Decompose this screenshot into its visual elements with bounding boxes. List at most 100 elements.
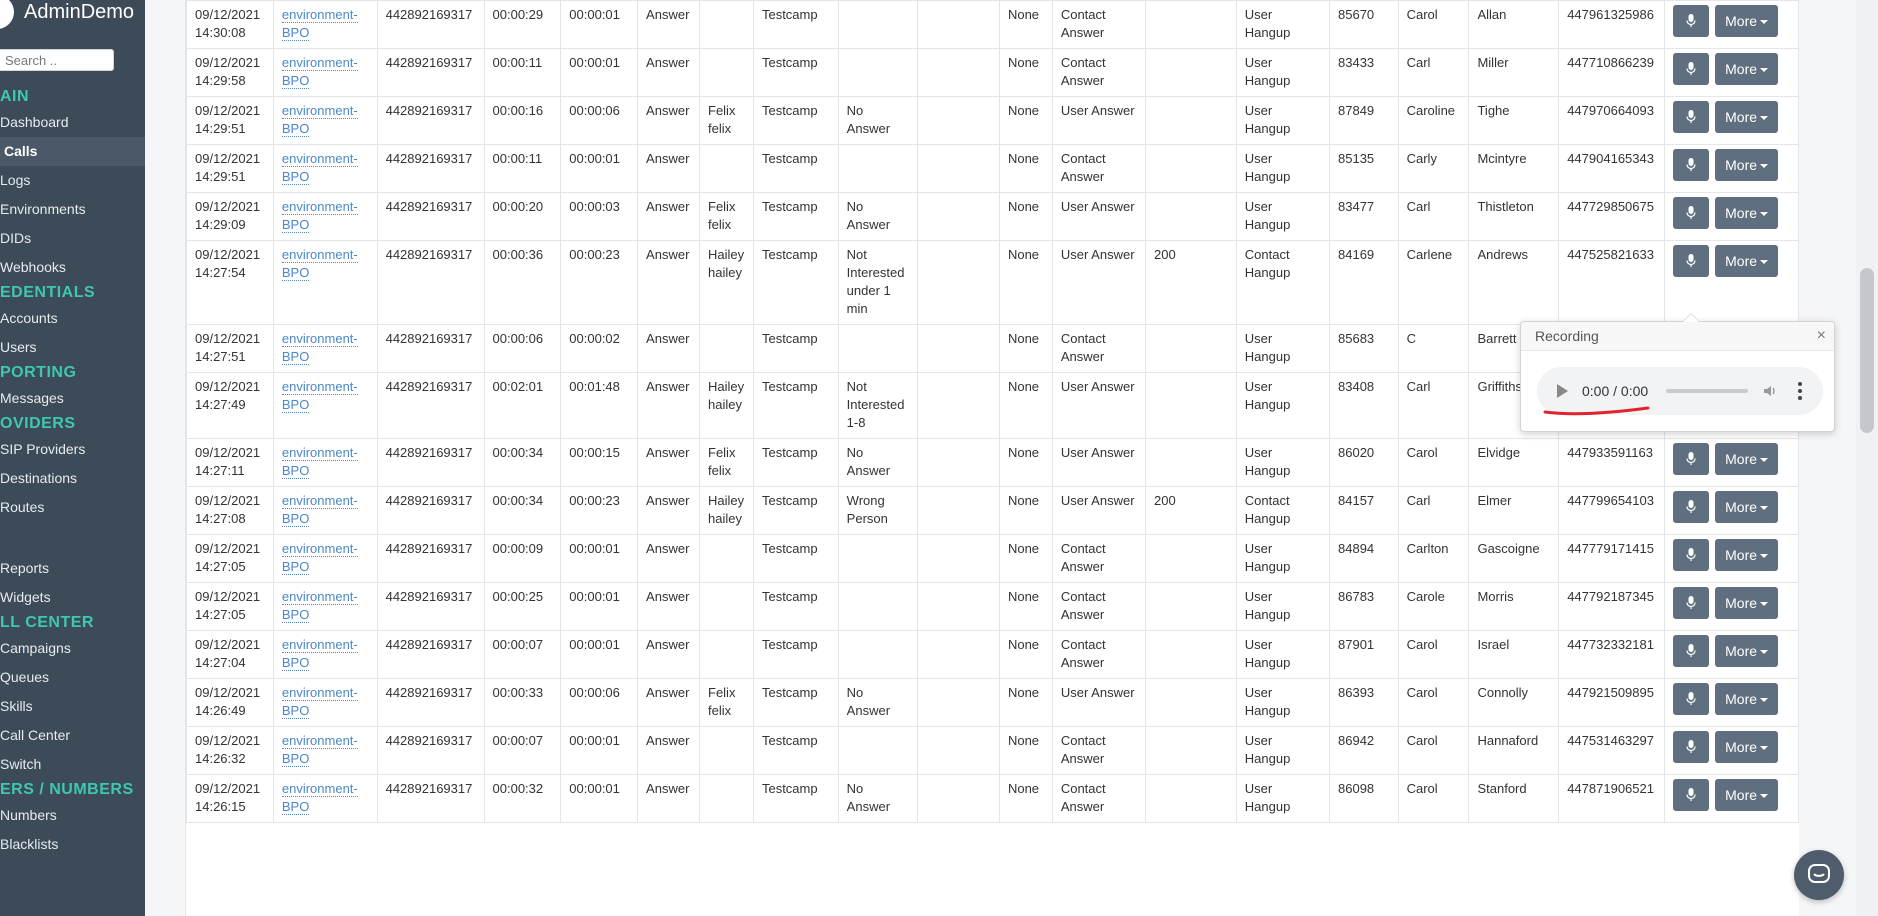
table-cell (1145, 324, 1237, 373)
sidebar-item-logs[interactable]: Logs (0, 166, 145, 195)
microphone-icon[interactable] (1673, 587, 1710, 619)
more-button[interactable]: More (1715, 779, 1779, 811)
environment-link[interactable]: environment-BPO (281, 55, 358, 89)
microphone-icon[interactable] (1673, 149, 1710, 181)
more-button[interactable]: More (1715, 101, 1779, 133)
more-button[interactable]: More (1715, 683, 1779, 715)
table-cell: None (998, 96, 1053, 145)
environment-link[interactable]: environment-BPO (281, 637, 358, 671)
sidebar-item-blacklists[interactable]: Blacklists (0, 830, 145, 859)
environment-link[interactable]: environment-BPO (281, 493, 358, 527)
more-button[interactable]: More (1715, 443, 1779, 475)
microphone-icon[interactable] (1673, 101, 1710, 133)
microphone-icon[interactable] (1673, 779, 1710, 811)
search-input[interactable] (0, 49, 114, 71)
table-cell: Answer (637, 582, 700, 631)
environment-link[interactable]: environment-BPO (281, 151, 358, 185)
environment-link[interactable]: environment-BPO (281, 781, 358, 815)
table-cell: User Answer (1051, 438, 1147, 487)
environment-link[interactable]: environment-BPO (281, 199, 358, 233)
more-button-label: More (1725, 61, 1758, 77)
microphone-icon[interactable] (1673, 491, 1710, 523)
table-cell: 00:00:20 (483, 192, 562, 241)
more-button[interactable]: More (1715, 635, 1779, 667)
sidebar-item-webhooks[interactable]: Webhooks (0, 253, 145, 282)
more-button[interactable]: More (1715, 245, 1779, 277)
table-cell: 00:00:01 (560, 48, 639, 97)
sidebar-item-queues[interactable]: Queues (0, 663, 145, 692)
environment-link[interactable]: environment-BPO (281, 331, 358, 365)
environment-link[interactable]: environment-BPO (281, 247, 358, 281)
sidebar-item-accounts[interactable]: Accounts (0, 304, 145, 333)
environment-link[interactable]: environment-BPO (281, 541, 358, 575)
microphone-icon[interactable] (1673, 731, 1710, 763)
microphone-icon[interactable] (1673, 539, 1710, 571)
sidebar-item-dids[interactable]: DIDs (0, 224, 145, 253)
sidebar-item-users[interactable]: Users (0, 333, 145, 362)
volume-icon[interactable] (1762, 383, 1778, 399)
table-cell: 447710866239 (1558, 48, 1666, 97)
sidebar-item-campaigns[interactable]: Campaigns (0, 634, 145, 663)
microphone-icon[interactable] (1673, 683, 1710, 715)
table-cell: Contact Answer (1051, 630, 1147, 679)
environment-link[interactable]: environment-BPO (281, 7, 358, 41)
table-cell (1145, 438, 1237, 487)
more-button[interactable]: More (1715, 491, 1779, 523)
microphone-icon[interactable] (1673, 5, 1710, 37)
more-button[interactable]: More (1715, 731, 1779, 763)
microphone-icon[interactable] (1673, 53, 1710, 85)
audio-progress-track[interactable] (1666, 389, 1749, 393)
table-cell (916, 582, 1000, 631)
table-cell: 09/12/2021 14:26:49 (186, 678, 274, 727)
more-button[interactable]: More (1715, 53, 1779, 85)
table-cell: environment-BPO (272, 630, 378, 679)
sidebar-item-destinations[interactable]: Destinations (0, 464, 145, 493)
environment-link[interactable]: environment-BPO (281, 445, 358, 479)
microphone-icon[interactable] (1673, 245, 1710, 277)
sidebar-item-messages[interactable]: Messages (0, 384, 145, 413)
sidebar-item-numbers[interactable]: Numbers (0, 801, 145, 830)
environment-link[interactable]: environment-BPO (281, 685, 358, 719)
sidebar-item-calls[interactable]: Calls (0, 137, 145, 166)
environment-link[interactable]: environment-BPO (281, 589, 358, 623)
close-icon[interactable]: × (1817, 322, 1826, 350)
vertical-scrollbar[interactable] (1856, 0, 1878, 916)
more-button-label: More (1725, 547, 1758, 563)
actions-cell: More (1664, 726, 1799, 775)
table-cell: Hailey hailey (699, 372, 754, 439)
sidebar-item-reports[interactable]: Reports (0, 554, 145, 583)
brand[interactable]: AdminDemo (0, 0, 134, 32)
table-cell: 442892169317 (376, 774, 485, 823)
table-cell: User Hangup (1235, 534, 1331, 583)
table-cell: Contact Hangup (1235, 486, 1331, 535)
environment-link[interactable]: environment-BPO (281, 379, 358, 413)
more-button[interactable]: More (1715, 587, 1779, 619)
table-cell (1145, 96, 1237, 145)
chat-icon[interactable] (1794, 850, 1844, 900)
sidebar-item-routes[interactable]: Routes (0, 493, 145, 522)
sidebar-item-switch[interactable]: Switch (0, 750, 145, 779)
microphone-icon[interactable] (1673, 635, 1710, 667)
environment-link[interactable]: environment-BPO (281, 103, 358, 137)
table-cell: User Answer (1051, 192, 1147, 241)
microphone-icon[interactable] (1673, 443, 1710, 475)
scrollbar-thumb[interactable] (1860, 268, 1874, 433)
sidebar-item-skills[interactable]: Skills (0, 692, 145, 721)
table-cell: Carol (1397, 726, 1470, 775)
sidebar-item-dashboard[interactable]: Dashboard (0, 108, 145, 137)
microphone-icon[interactable] (1673, 197, 1710, 229)
more-button[interactable]: More (1715, 149, 1779, 181)
table-row: 09/12/2021 14:26:15 environment-BPO 442892… (186, 774, 1799, 823)
more-vert-icon[interactable] (1798, 382, 1803, 400)
more-button[interactable]: More (1715, 5, 1779, 37)
sidebar-item-environments[interactable]: Environments (0, 195, 145, 224)
more-button[interactable]: More (1715, 197, 1779, 229)
sidebar-item-widgets[interactable]: Widgets (0, 583, 145, 612)
table-cell: User Hangup (1235, 582, 1331, 631)
sidebar-item-call-center[interactable]: Call Center (0, 721, 145, 750)
table-cell: Answer (637, 96, 700, 145)
sidebar-item-sip-providers[interactable]: SIP Providers (0, 435, 145, 464)
environment-link[interactable]: environment-BPO (281, 733, 358, 767)
play-icon[interactable] (1557, 384, 1568, 398)
more-button[interactable]: More (1715, 539, 1779, 571)
